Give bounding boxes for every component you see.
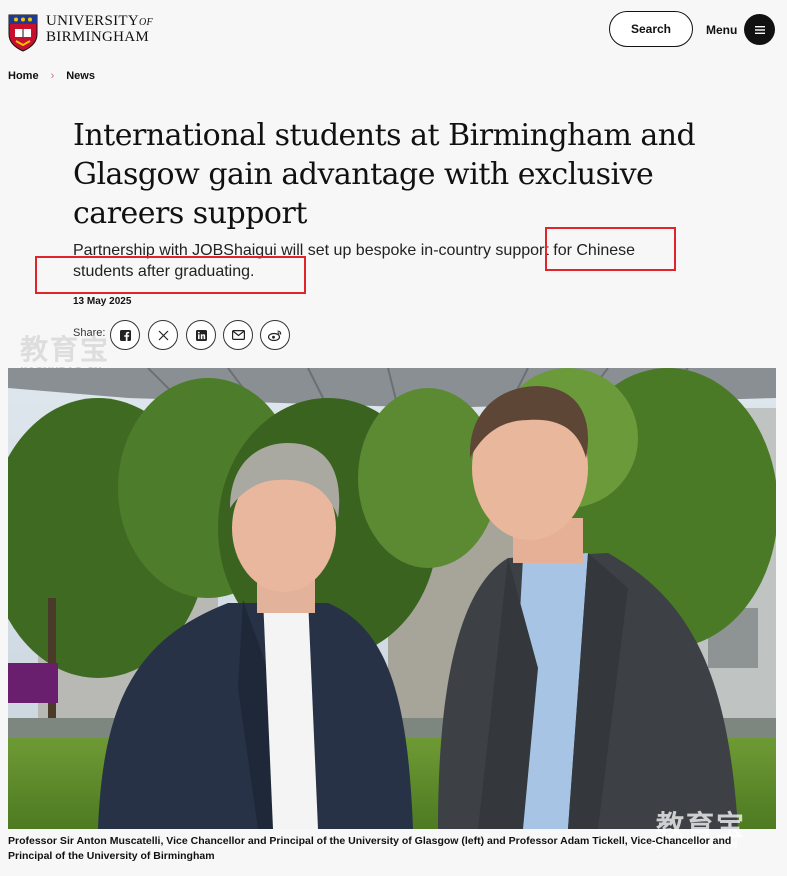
photo-caption: Professor Sir Anton Muscatelli, Vice Cha… xyxy=(8,835,732,862)
watermark-top-cn: 教育宝 xyxy=(20,333,111,366)
hamburger-icon xyxy=(754,25,765,34)
article-photo xyxy=(8,368,776,829)
site-header: UNIVERSITYOF BIRMINGHAM Search Menu xyxy=(0,0,787,62)
logo-wordmark: UNIVERSITYOF BIRMINGHAM xyxy=(46,13,153,45)
search-label: Search xyxy=(630,22,672,36)
photo-illustration xyxy=(8,368,776,829)
weibo-icon xyxy=(268,330,282,341)
highlight-box-graduating xyxy=(35,256,306,294)
share-weibo-button[interactable] xyxy=(260,320,290,350)
highlight-box-chinese xyxy=(545,227,676,271)
university-logo[interactable]: UNIVERSITYOF BIRMINGHAM xyxy=(8,14,153,52)
share-email-button[interactable] xyxy=(223,320,253,350)
logo-line2: BIRMINGHAM xyxy=(46,29,150,45)
publish-date: 13 May 2025 xyxy=(73,296,132,307)
logo-of: OF xyxy=(139,17,153,28)
menu-label[interactable]: Menu xyxy=(706,23,737,37)
x-icon xyxy=(158,330,168,340)
breadcrumb-news[interactable]: News xyxy=(66,70,95,82)
share-facebook-button[interactable] xyxy=(110,320,140,350)
page-title: International students at Birmingham and… xyxy=(73,118,696,231)
breadcrumb: Home › News xyxy=(8,70,95,82)
breadcrumb-home[interactable]: Home xyxy=(8,70,39,82)
facebook-icon xyxy=(119,329,131,341)
share-x-button[interactable] xyxy=(148,320,178,350)
crest-icon xyxy=(8,14,38,52)
email-icon xyxy=(231,330,245,340)
share-linkedin-button[interactable] xyxy=(186,320,216,350)
logo-line1: UNIVERSITY xyxy=(46,13,139,29)
menu-button[interactable] xyxy=(744,14,775,45)
search-button[interactable]: Search xyxy=(609,11,693,47)
linkedin-icon xyxy=(195,329,207,341)
chevron-right-icon: › xyxy=(50,70,55,82)
